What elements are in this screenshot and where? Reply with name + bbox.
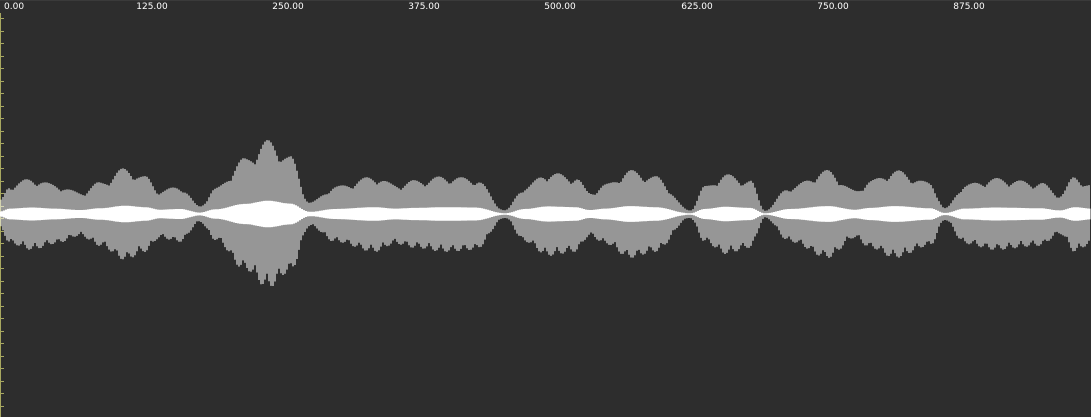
waveform-lines [0,140,1091,286]
waveform-view[interactable]: 0.00 125.00 250.00 375.00 500.00 625.00 … [0,0,1091,417]
waveform-plot[interactable] [0,1,1091,417]
